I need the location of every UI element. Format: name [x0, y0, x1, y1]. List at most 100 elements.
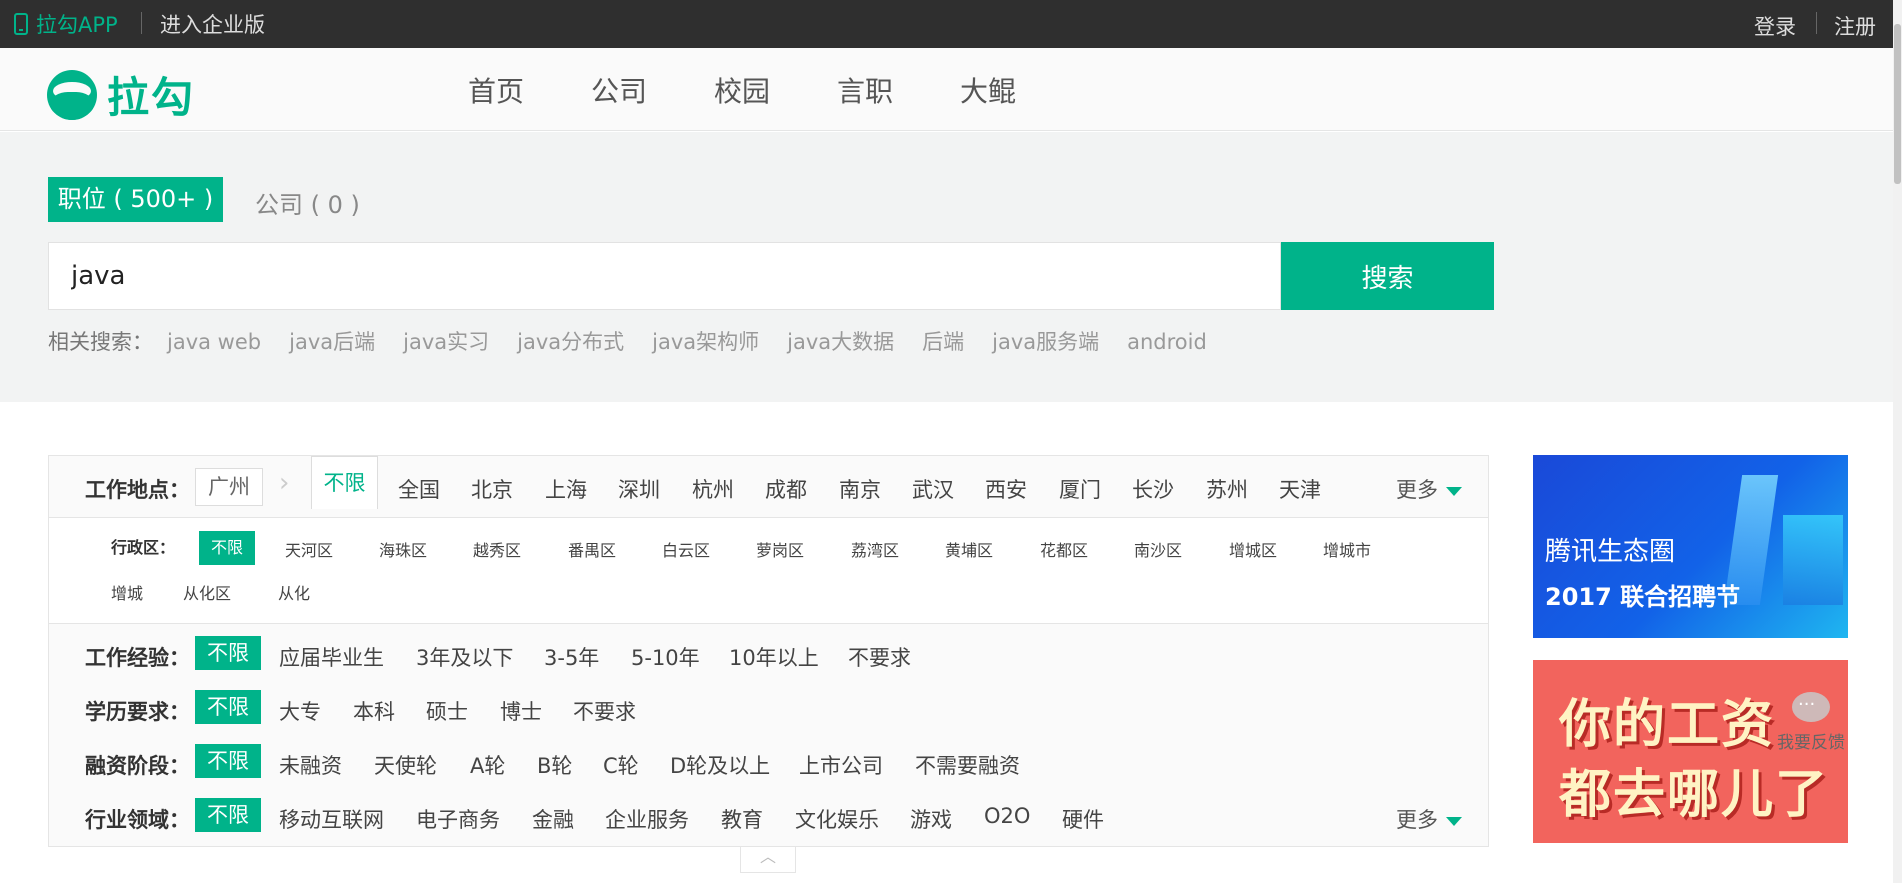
scrollbar-thumb[interactable]	[1894, 24, 1901, 184]
industry-option[interactable]: 电子商务	[416, 804, 500, 834]
funding-option[interactable]: B轮	[537, 750, 572, 780]
district-option[interactable]: 增城区	[1229, 537, 1277, 561]
industry-option[interactable]: 教育	[721, 804, 763, 834]
location-option[interactable]: 长沙	[1132, 474, 1174, 504]
district-option[interactable]: 从化	[278, 580, 310, 604]
nav-yanzhi[interactable]: 言职	[837, 70, 960, 110]
funding-option-unlimited[interactable]: 不限	[195, 744, 261, 778]
funding-option[interactable]: A轮	[470, 750, 505, 780]
related-item[interactable]: 后端	[922, 330, 964, 354]
building-graphic	[1783, 515, 1843, 605]
related-item[interactable]: java架构师	[652, 330, 759, 354]
education-option[interactable]: 大专	[279, 696, 321, 726]
collapse-filters-button[interactable]: ︿	[740, 847, 796, 873]
district-option[interactable]: 海珠区	[379, 537, 427, 561]
district-option[interactable]: 增城市	[1323, 537, 1371, 561]
industry-option[interactable]: 金融	[532, 804, 574, 834]
nav-home[interactable]: 首页	[468, 70, 591, 110]
nav-campus[interactable]: 校园	[714, 70, 837, 110]
district-option[interactable]: 天河区	[285, 537, 333, 561]
experience-option[interactable]: 5-10年	[631, 642, 700, 672]
experience-option[interactable]: 应届毕业生	[279, 642, 384, 672]
industry-option[interactable]: 硬件	[1062, 804, 1104, 834]
district-option[interactable]: 萝岗区	[756, 537, 804, 561]
industry-option[interactable]: 企业服务	[605, 804, 689, 834]
logo[interactable]: 拉勾	[47, 64, 195, 125]
district-option[interactable]: 南沙区	[1134, 537, 1182, 561]
industry-option[interactable]: 文化娱乐	[795, 804, 879, 834]
register-link[interactable]: 注册	[1834, 11, 1876, 41]
login-link[interactable]: 登录	[1754, 11, 1796, 41]
related-item[interactable]: java分布式	[517, 330, 624, 354]
search-input[interactable]	[48, 242, 1281, 310]
related-item[interactable]: android	[1127, 330, 1207, 354]
district-option[interactable]: 越秀区	[473, 537, 521, 561]
related-item[interactable]: java大数据	[787, 330, 894, 354]
location-option[interactable]: 西安	[985, 474, 1027, 504]
district-option-unlimited[interactable]: 不限	[199, 531, 256, 565]
related-searches: 相关搜索： java web java后端 java实习 java分布式 java架构师 j…	[48, 326, 1207, 356]
funding-option[interactable]: 不需要融资	[915, 750, 1020, 780]
related-item[interactable]: java实习	[403, 330, 489, 354]
industry-option[interactable]: 游戏	[910, 804, 952, 834]
district-option[interactable]: 白云区	[662, 537, 710, 561]
enterprise-link[interactable]: 进入企业版	[160, 9, 265, 39]
location-option[interactable]: 武汉	[912, 474, 954, 504]
related-item[interactable]: java服务端	[992, 330, 1099, 354]
location-option[interactable]: 上海	[545, 474, 587, 504]
related-label: 相关搜索：	[48, 330, 153, 354]
district-option[interactable]: 番禺区	[568, 537, 616, 561]
ad-banner-tencent[interactable]: 腾讯生态圈 2017 联合招聘节	[1533, 455, 1848, 638]
experience-option[interactable]: 3年及以下	[416, 642, 513, 672]
location-option[interactable]: 北京	[471, 474, 513, 504]
page-scrollbar[interactable]	[1893, 0, 1902, 883]
location-more-button[interactable]: 更多	[1396, 474, 1462, 504]
education-option[interactable]: 本科	[353, 696, 395, 726]
related-item[interactable]: java web	[167, 330, 261, 354]
location-option[interactable]: 成都	[765, 474, 807, 504]
education-option-unlimited[interactable]: 不限	[195, 690, 261, 724]
ad-subtitle: 2017 联合招聘节	[1545, 583, 1741, 611]
funding-option[interactable]: 未融资	[279, 750, 342, 780]
related-item[interactable]: java后端	[289, 330, 375, 354]
industry-more-button[interactable]: 更多	[1396, 804, 1462, 834]
funding-option[interactable]: D轮及以上	[670, 750, 770, 780]
location-option-unlimited[interactable]: 不限	[311, 456, 378, 509]
funding-option[interactable]: 上市公司	[799, 750, 883, 780]
district-option[interactable]: 从化区	[183, 580, 231, 604]
experience-option-unlimited[interactable]: 不限	[195, 636, 261, 670]
tab-jobs[interactable]: 职位 ( 500+ )	[48, 177, 223, 222]
location-option[interactable]: 深圳	[618, 474, 660, 504]
experience-option[interactable]: 10年以上	[729, 642, 819, 672]
location-option[interactable]: 杭州	[692, 474, 734, 504]
district-option[interactable]: 荔湾区	[851, 537, 899, 561]
district-option[interactable]: 花都区	[1040, 537, 1088, 561]
app-download-link[interactable]: 拉勾APP	[14, 9, 118, 39]
location-option[interactable]: 全国	[398, 474, 440, 504]
experience-option[interactable]: 不要求	[848, 642, 911, 672]
district-option[interactable]: 黄埔区	[945, 537, 993, 561]
filter-row-experience: 工作经验： 不限 应届毕业生 3年及以下 3-5年 5-10年 10年以上 不要…	[49, 636, 1488, 680]
industry-option[interactable]: 移动互联网	[279, 804, 384, 834]
location-option[interactable]: 天津	[1279, 474, 1321, 504]
location-option[interactable]: 苏州	[1206, 474, 1248, 504]
industry-option[interactable]: O2O	[984, 804, 1030, 828]
location-option[interactable]: 厦门	[1059, 474, 1101, 504]
feedback-button[interactable]: 我要反馈	[1776, 692, 1846, 762]
location-option[interactable]: 南京	[839, 474, 881, 504]
funding-option[interactable]: C轮	[603, 750, 639, 780]
education-option[interactable]: 博士	[500, 696, 542, 726]
triangle-down-icon	[1446, 816, 1462, 826]
tab-companies[interactable]: 公司 ( 0 )	[255, 185, 360, 220]
search-button[interactable]: 搜索	[1281, 242, 1494, 310]
education-option[interactable]: 硕士	[426, 696, 468, 726]
education-option[interactable]: 不要求	[573, 696, 636, 726]
funding-option[interactable]: 天使轮	[374, 750, 437, 780]
district-option[interactable]: 增城	[111, 580, 143, 604]
nav-dakun[interactable]: 大鲲	[960, 70, 1083, 110]
nav-companies[interactable]: 公司	[591, 70, 714, 110]
ad-title: 你的工资	[1559, 695, 1776, 755]
industry-option-unlimited[interactable]: 不限	[195, 798, 261, 832]
experience-option[interactable]: 3-5年	[544, 642, 599, 672]
current-city[interactable]: 广州	[195, 468, 263, 506]
